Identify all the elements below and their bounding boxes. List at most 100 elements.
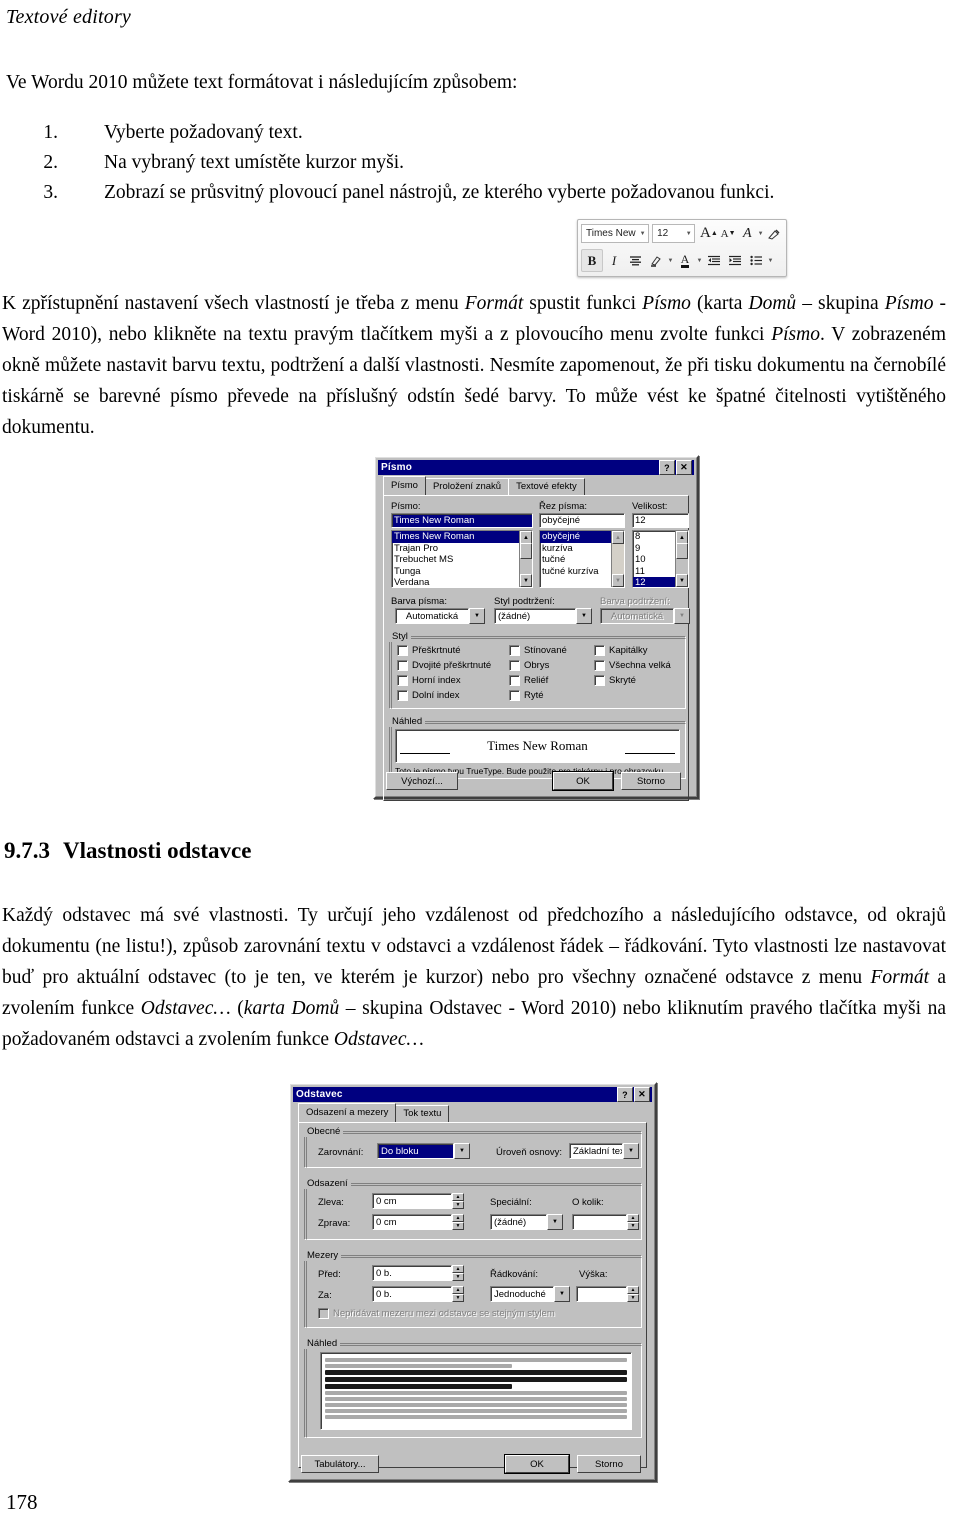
- spinner-buttons[interactable]: ▲ ▼: [452, 1265, 464, 1281]
- cancel-button[interactable]: Storno: [621, 772, 681, 790]
- font-dialog-titlebar[interactable]: Písmo ? ✕: [378, 460, 694, 475]
- indent-right-stepper[interactable]: 0 cm ▲ ▼: [372, 1214, 464, 1230]
- scroll-down-icon[interactable]: ▼: [676, 574, 688, 587]
- chevron-down-icon[interactable]: ▼: [767, 258, 774, 264]
- font-size-input[interactable]: 12: [632, 513, 689, 528]
- font-name-list[interactable]: Times New Roman Trajan Pro Trebuchet MS …: [391, 530, 533, 588]
- checkbox-box[interactable]: [594, 645, 605, 656]
- chevron-down-icon[interactable]: ▼: [576, 608, 592, 624]
- font-style-list[interactable]: obyčejné kurzíva tučné tučné kurzíva ▲ ▼: [539, 530, 625, 588]
- bold-button[interactable]: B: [581, 249, 603, 272]
- checkbox-ryte[interactable]: Ryté: [509, 690, 567, 701]
- list-item[interactable]: Trebuchet MS: [392, 554, 532, 566]
- tab-tok-textu[interactable]: Tok textu: [395, 1105, 450, 1122]
- spinner-down-icon[interactable]: ▼: [452, 1222, 464, 1230]
- close-icon[interactable]: ✕: [634, 1087, 650, 1102]
- tab-pismo[interactable]: Písmo: [383, 476, 426, 495]
- spinner-buttons[interactable]: ▲ ▼: [627, 1214, 639, 1230]
- mini-toolbar[interactable]: Times New ▼ 12 ▼ A ▲ A ▼ A ▼ B I ▼ A ▼ ▼: [577, 219, 787, 277]
- chevron-down-icon[interactable]: ▼: [757, 231, 764, 237]
- checkbox-box[interactable]: [509, 690, 520, 701]
- close-icon[interactable]: ✕: [676, 460, 692, 475]
- spinner-up-icon[interactable]: ▲: [452, 1214, 464, 1222]
- chevron-down-icon[interactable]: ▼: [696, 258, 703, 264]
- italic-button[interactable]: I: [604, 250, 624, 271]
- font-name-input[interactable]: Times New Roman: [391, 513, 533, 528]
- spinner-up-icon[interactable]: ▲: [452, 1193, 464, 1201]
- spinner-down-icon[interactable]: ▼: [452, 1201, 464, 1209]
- underline-style-combo[interactable]: (žádné) ▼: [494, 608, 592, 624]
- paragraph-dialog-titlebar[interactable]: Odstavec ? ✕: [293, 1087, 652, 1102]
- checkbox-kapitalky[interactable]: Kapitálky: [594, 645, 671, 656]
- alignment-combo[interactable]: Do bloku ▼: [377, 1143, 470, 1159]
- spinner-buttons[interactable]: ▲ ▼: [452, 1286, 464, 1302]
- checkbox-box[interactable]: [397, 645, 408, 656]
- spinner-down-icon[interactable]: ▼: [627, 1222, 639, 1230]
- grow-font-icon[interactable]: A ▲: [700, 223, 718, 244]
- font-style-input[interactable]: obyčejné: [539, 513, 625, 528]
- spinner-buttons[interactable]: ▲ ▼: [627, 1286, 639, 1302]
- line-spacing-combo[interactable]: Jednoduché ▼: [490, 1286, 570, 1302]
- ok-button[interactable]: OK: [505, 1455, 569, 1473]
- list-item[interactable]: Times New Roman: [392, 531, 532, 543]
- format-painter-icon[interactable]: [765, 223, 783, 244]
- chevron-down-icon[interactable]: ▼: [667, 258, 674, 264]
- scrollbar[interactable]: ▲ ▼: [611, 531, 624, 587]
- spinner-up-icon[interactable]: ▲: [452, 1286, 464, 1294]
- by-stepper[interactable]: ▲ ▼: [572, 1214, 639, 1230]
- increase-indent-icon[interactable]: [725, 250, 745, 271]
- shrink-font-icon[interactable]: A ▼: [719, 223, 737, 244]
- help-button[interactable]: ?: [617, 1087, 633, 1102]
- checkbox-preskrtnute[interactable]: Přeškrtnuté: [397, 645, 491, 656]
- at-stepper[interactable]: ▲ ▼: [576, 1286, 639, 1302]
- default-button[interactable]: Výchozí...: [386, 772, 458, 790]
- checkbox-horni-index[interactable]: Horní index: [397, 675, 491, 686]
- special-combo[interactable]: (žádné) ▼: [490, 1214, 563, 1230]
- spinner-down-icon[interactable]: ▼: [452, 1273, 464, 1281]
- font-dialog[interactable]: Písmo ? ✕ Písmo Proložení znaků Textové …: [373, 455, 699, 801]
- decrease-indent-icon[interactable]: [704, 250, 724, 271]
- tab-prolozeni-znaku[interactable]: Proložení znaků: [424, 478, 510, 495]
- spinner-up-icon[interactable]: ▲: [452, 1265, 464, 1273]
- tabs-button[interactable]: Tabulátory...: [301, 1455, 379, 1473]
- indent-left-stepper[interactable]: 0 cm ▲ ▼: [372, 1193, 464, 1209]
- font-name-combo[interactable]: Times New ▼: [581, 224, 650, 243]
- checkbox-box[interactable]: [397, 660, 408, 671]
- checkbox-stinovane[interactable]: Stínované: [509, 645, 567, 656]
- outline-level-combo[interactable]: Základní text ▼: [569, 1143, 639, 1159]
- checkbox-box[interactable]: [594, 660, 605, 671]
- checkbox-box[interactable]: [509, 675, 520, 686]
- checkbox-vsechna-velka[interactable]: Všechna velká: [594, 660, 671, 671]
- paragraph-dialog[interactable]: Odstavec ? ✕ Odsazení a mezery Tok textu…: [288, 1082, 657, 1482]
- scroll-thumb[interactable]: [676, 543, 688, 559]
- tab-odsazeni-a-mezery[interactable]: Odsazení a mezery: [298, 1103, 397, 1122]
- chevron-down-icon[interactable]: ▼: [454, 1143, 470, 1159]
- font-color-icon[interactable]: A: [675, 250, 695, 271]
- highlight-icon[interactable]: [646, 250, 666, 271]
- spinner-down-icon[interactable]: ▼: [452, 1294, 464, 1302]
- checkbox-box[interactable]: [397, 675, 408, 686]
- checkbox-obrys[interactable]: Obrys: [509, 660, 567, 671]
- tab-textove-efekty[interactable]: Textové efekty: [508, 478, 585, 495]
- spinner-down-icon[interactable]: ▼: [627, 1294, 639, 1302]
- list-item[interactable]: Verdana: [392, 577, 532, 587]
- checkbox-dolni-index[interactable]: Dolní index: [397, 690, 491, 701]
- clear-formatting-icon[interactable]: A: [738, 223, 756, 244]
- help-button[interactable]: ?: [659, 460, 675, 475]
- checkbox-box[interactable]: [397, 690, 408, 701]
- spacing-after-stepper[interactable]: 0 b. ▲ ▼: [372, 1286, 464, 1302]
- font-color-combo[interactable]: Automatická ▼: [395, 608, 485, 624]
- cancel-button[interactable]: Storno: [577, 1455, 641, 1473]
- spinner-buttons[interactable]: ▲ ▼: [452, 1193, 464, 1209]
- chevron-down-icon[interactable]: ▼: [623, 1143, 639, 1159]
- checkbox-relief[interactable]: Reliéf: [509, 675, 567, 686]
- checkbox-box[interactable]: [594, 675, 605, 686]
- spinner-buttons[interactable]: ▲ ▼: [452, 1214, 464, 1230]
- scroll-thumb[interactable]: [520, 543, 532, 559]
- checkbox-box[interactable]: [509, 645, 520, 656]
- font-size-list[interactable]: 8 9 10 11 12 ▲ ▼: [632, 530, 689, 588]
- scroll-up-icon[interactable]: ▲: [612, 531, 624, 544]
- chevron-down-icon[interactable]: ▼: [554, 1286, 570, 1302]
- scroll-down-icon[interactable]: ▼: [612, 574, 624, 587]
- ok-button[interactable]: OK: [553, 772, 613, 790]
